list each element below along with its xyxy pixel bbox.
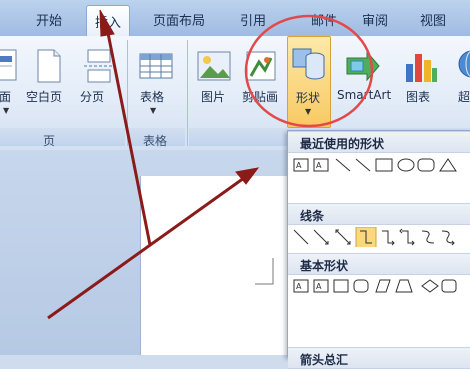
arrow-head-icon: [99, 9, 115, 37]
annotation-arrow-to-shapes-menu: [47, 176, 245, 320]
highlight-circle: [244, 14, 374, 128]
annotation-arrow-to-insert-tab: [105, 27, 152, 246]
annotation-overlay: [47, 9, 374, 320]
